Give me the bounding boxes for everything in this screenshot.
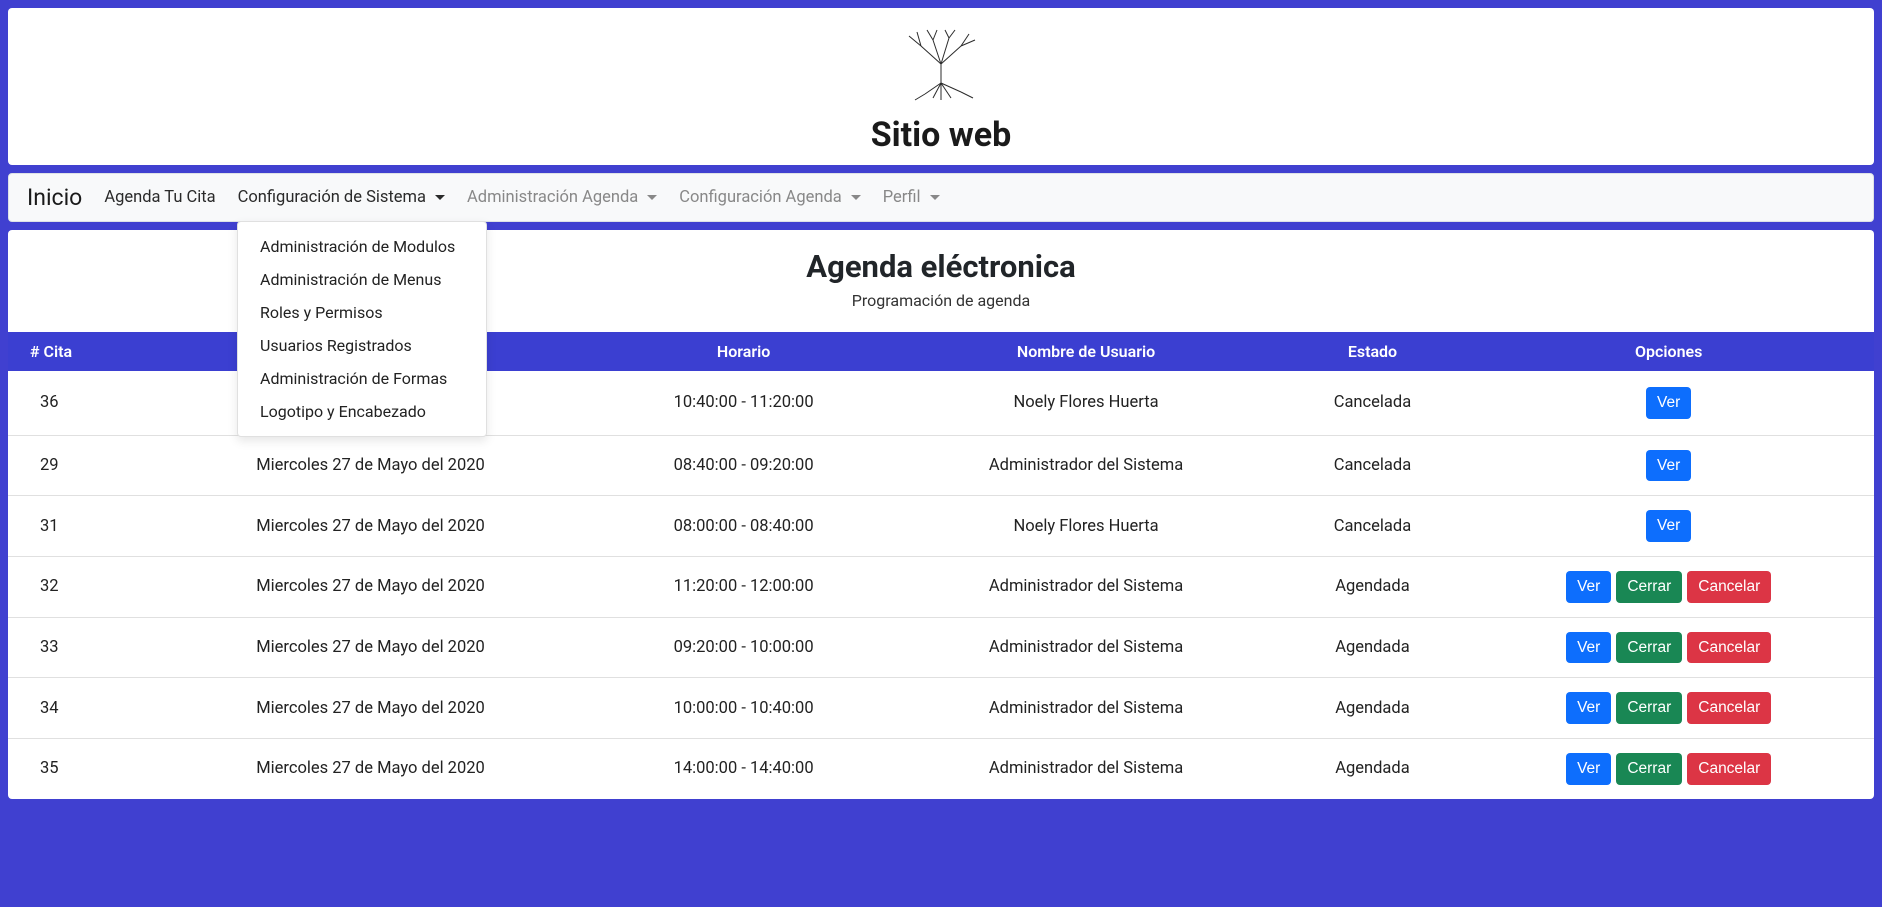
table-row: 29Miercoles 27 de Mayo del 202008:40:00 … [8, 435, 1874, 496]
nav-link-label: Configuración Agenda [679, 188, 841, 207]
cell-horario: 09:20:00 - 10:00:00 [597, 617, 891, 678]
cell-estado: Cancelada [1282, 371, 1464, 435]
cancelar-button[interactable]: Cancelar [1687, 632, 1771, 664]
cell-usuario: Noely Flores Huerta [891, 371, 1282, 435]
cell-horario: 08:40:00 - 09:20:00 [597, 435, 891, 496]
cell-fecha: Miercoles 27 de Mayo del 2020 [144, 617, 596, 678]
ver-button[interactable]: Ver [1566, 753, 1611, 785]
cell-opciones: Ver [1463, 496, 1874, 557]
table-header: # Cita [8, 332, 144, 371]
ver-button[interactable]: Ver [1566, 692, 1611, 724]
cell-fecha: Miercoles 27 de Mayo del 2020 [144, 557, 596, 618]
ver-button[interactable]: Ver [1566, 571, 1611, 603]
chevron-down-icon [930, 195, 940, 200]
cell-id: 35 [8, 739, 144, 799]
cell-horario: 10:00:00 - 10:40:00 [597, 678, 891, 739]
cerrar-button[interactable]: Cerrar [1616, 753, 1682, 785]
chevron-down-icon [435, 195, 445, 200]
cell-fecha: Miercoles 27 de Mayo del 2020 [144, 435, 596, 496]
dropdown-item-3[interactable]: Usuarios Registrados [238, 329, 486, 362]
ver-button[interactable]: Ver [1646, 387, 1691, 419]
nav-link-2[interactable]: Administración Agenda [467, 188, 657, 207]
cell-id: 36 [8, 371, 144, 435]
cell-estado: Agendada [1282, 557, 1464, 618]
cell-horario: 11:20:00 - 12:00:00 [597, 557, 891, 618]
cell-opciones: VerCerrarCancelar [1463, 617, 1874, 678]
cell-id: 34 [8, 678, 144, 739]
nav-link-4[interactable]: Perfil [883, 188, 940, 207]
cell-usuario: Administrador del Sistema [891, 557, 1282, 618]
cell-opciones: VerCerrarCancelar [1463, 739, 1874, 799]
table-row: 34Miercoles 27 de Mayo del 202010:00:00 … [8, 678, 1874, 739]
cell-opciones: VerCerrarCancelar [1463, 557, 1874, 618]
table-row: 35Miercoles 27 de Mayo del 202014:00:00 … [8, 739, 1874, 799]
nav-link-3[interactable]: Configuración Agenda [679, 188, 860, 207]
cell-usuario: Administrador del Sistema [891, 739, 1282, 799]
cell-horario: 14:00:00 - 14:40:00 [597, 739, 891, 799]
navbar: Inicio Agenda Tu Cita Configuración de Si… [8, 173, 1874, 222]
nav-link-label: Perfil [883, 188, 921, 207]
cell-usuario: Noely Flores Huerta [891, 496, 1282, 557]
cell-id: 29 [8, 435, 144, 496]
table-header: Nombre de Usuario [891, 332, 1282, 371]
cell-usuario: Administrador del Sistema [891, 678, 1282, 739]
ver-button[interactable]: Ver [1646, 510, 1691, 542]
dropdown-item-0[interactable]: Administración de Modulos [238, 230, 486, 263]
dropdown-item-5[interactable]: Logotipo y Encabezado [238, 395, 486, 428]
cell-estado: Agendada [1282, 678, 1464, 739]
chevron-down-icon [851, 195, 861, 200]
site-logo [18, 28, 1864, 107]
cerrar-button[interactable]: Cerrar [1616, 632, 1682, 664]
cell-estado: Cancelada [1282, 496, 1464, 557]
cancelar-button[interactable]: Cancelar [1687, 692, 1771, 724]
cell-horario: 08:00:00 - 08:40:00 [597, 496, 891, 557]
cancelar-button[interactable]: Cancelar [1687, 753, 1771, 785]
cell-horario: 10:40:00 - 11:20:00 [597, 371, 891, 435]
dropdown-menu-config-sistema: Administración de ModulosAdministración … [237, 221, 487, 437]
table-row: 33Miercoles 27 de Mayo del 202009:20:00 … [8, 617, 1874, 678]
cell-usuario: Administrador del Sistema [891, 617, 1282, 678]
table-header: Estado [1282, 332, 1464, 371]
cerrar-button[interactable]: Cerrar [1616, 692, 1682, 724]
cell-fecha: Miercoles 27 de Mayo del 2020 [144, 739, 596, 799]
cell-id: 33 [8, 617, 144, 678]
cell-fecha: Miercoles 27 de Mayo del 2020 [144, 496, 596, 557]
cell-fecha: Miercoles 27 de Mayo del 2020 [144, 678, 596, 739]
cerrar-button[interactable]: Cerrar [1616, 571, 1682, 603]
nav-link-label: Configuración de Sistema [238, 188, 426, 207]
dropdown-item-1[interactable]: Administración de Menus [238, 263, 486, 296]
cell-estado: Agendada [1282, 617, 1464, 678]
nav-link-label: Administración Agenda [467, 188, 638, 207]
chevron-down-icon [647, 195, 657, 200]
table-row: 32Miercoles 27 de Mayo del 202011:20:00 … [8, 557, 1874, 618]
ver-button[interactable]: Ver [1566, 632, 1611, 664]
cell-id: 32 [8, 557, 144, 618]
cell-estado: Agendada [1282, 739, 1464, 799]
table-header: Opciones [1463, 332, 1874, 371]
table-header: Horario [597, 332, 891, 371]
cell-opciones: Ver [1463, 435, 1874, 496]
navbar-brand[interactable]: Inicio [27, 184, 82, 211]
header-panel: Sitio web [8, 8, 1874, 165]
cell-opciones: Ver [1463, 371, 1874, 435]
table-row: 31Miercoles 27 de Mayo del 202008:00:00 … [8, 496, 1874, 557]
dropdown-item-2[interactable]: Roles y Permisos [238, 296, 486, 329]
nav-link-1[interactable]: Configuración de Sistema [238, 188, 445, 207]
dropdown-item-4[interactable]: Administración de Formas [238, 362, 486, 395]
cell-usuario: Administrador del Sistema [891, 435, 1282, 496]
cancelar-button[interactable]: Cancelar [1687, 571, 1771, 603]
ver-button[interactable]: Ver [1646, 450, 1691, 482]
nav-link-label: Agenda Tu Cita [104, 188, 215, 207]
cell-estado: Cancelada [1282, 435, 1464, 496]
nav-link-0[interactable]: Agenda Tu Cita [104, 188, 215, 207]
cell-id: 31 [8, 496, 144, 557]
cell-opciones: VerCerrarCancelar [1463, 678, 1874, 739]
site-title: Sitio web [18, 115, 1864, 155]
